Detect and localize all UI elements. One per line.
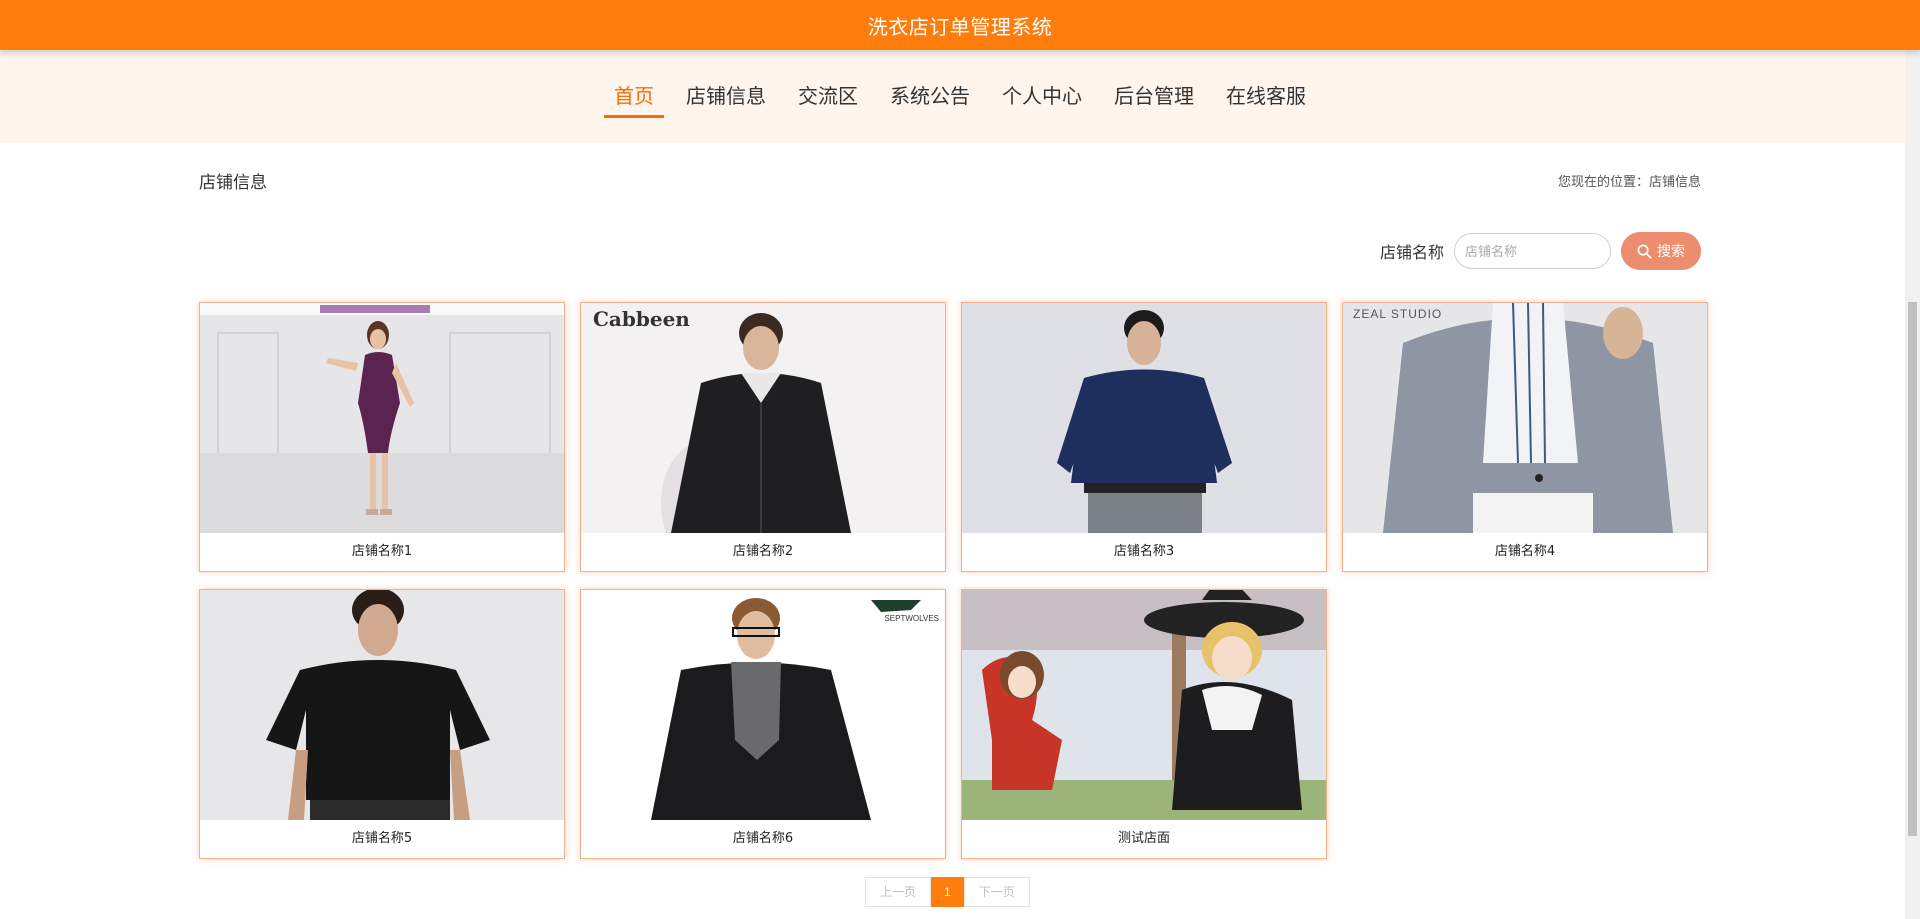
shop-card[interactable]: 店铺名称1 — [199, 302, 565, 572]
man-glasses-scarf-jacket-photo: SEPTWOLVES — [581, 590, 945, 820]
scrollbar-thumb[interactable] — [1908, 302, 1917, 836]
man-black-tshirt-photo — [200, 590, 564, 820]
shop-card[interactable]: SEPTWOLVES 店铺名称6 — [580, 589, 946, 859]
page-scrollbar[interactable] — [1905, 0, 1920, 919]
site-title: 洗衣店订单管理系统 — [867, 14, 1053, 39]
man-grey-blazer-photo: ZEAL STUDIO — [1343, 303, 1707, 533]
shop-card[interactable]: 店铺名称5 — [199, 589, 565, 859]
shop-name: 店铺名称2 — [732, 544, 794, 559]
shop-name-search-input[interactable] — [1454, 233, 1611, 269]
shop-name: 店铺名称4 — [1494, 544, 1556, 559]
shop-name: 店铺名称6 — [732, 831, 794, 846]
breadcrumb: 您现在的位置：店铺信息 — [1557, 175, 1701, 190]
nav-item-forum[interactable]: 交流区 — [788, 80, 868, 118]
main-nav: 首页 店铺信息 交流区 系统公告 个人中心 后台管理 在线客服 — [0, 80, 1920, 118]
nav-band: 首页 店铺信息 交流区 系统公告 个人中心 后台管理 在线客服 — [0, 50, 1920, 143]
search-button[interactable]: 搜索 — [1621, 232, 1701, 270]
page-number-button[interactable]: 1 — [931, 877, 964, 907]
nav-item-support[interactable]: 在线客服 — [1216, 80, 1316, 118]
next-page-button[interactable]: 下一页 — [963, 877, 1030, 907]
anime-girls-illustration — [962, 590, 1326, 820]
top-header-bar: 洗衣店订单管理系统 — [0, 0, 1920, 50]
shop-card[interactable]: 店铺名称3 — [961, 302, 1327, 572]
shop-name: 店铺名称3 — [1113, 544, 1175, 559]
brand-label: SEPTWOLVES — [884, 614, 939, 623]
pagination: 上一页 1 下一页 — [865, 877, 1030, 907]
brand-label: Cabbeen — [593, 307, 690, 331]
search-label: 店铺名称 — [1379, 243, 1444, 262]
search-bar: 店铺名称 搜索 — [1380, 232, 1701, 270]
nav-item-home[interactable]: 首页 — [604, 80, 664, 118]
brand-label: ZEAL STUDIO — [1353, 307, 1443, 321]
shop-card[interactable]: ZEAL STUDIO 店铺名称4 — [1342, 302, 1708, 572]
nav-item-profile[interactable]: 个人中心 — [992, 80, 1092, 118]
man-black-jacket-photo: Cabbeen — [581, 303, 945, 533]
nav-item-announcements[interactable]: 系统公告 — [880, 80, 980, 118]
man-navy-shirt-photo — [962, 303, 1326, 533]
shop-name: 测试店面 — [1117, 831, 1170, 846]
shop-name: 店铺名称1 — [351, 544, 413, 559]
shop-card[interactable]: Cabbeen 店铺名称2 — [580, 302, 946, 572]
nav-item-shop-info[interactable]: 店铺信息 — [676, 80, 776, 118]
shop-card[interactable]: 测试店面 — [961, 589, 1327, 859]
prev-page-button[interactable]: 上一页 — [865, 877, 932, 907]
woman-purple-dress-photo — [200, 303, 564, 533]
shop-name: 店铺名称5 — [351, 831, 413, 846]
section-title: 店铺信息 — [199, 173, 267, 193]
search-button-label: 搜索 — [1657, 243, 1685, 259]
search-icon — [1637, 244, 1652, 258]
nav-item-admin[interactable]: 后台管理 — [1104, 80, 1204, 118]
